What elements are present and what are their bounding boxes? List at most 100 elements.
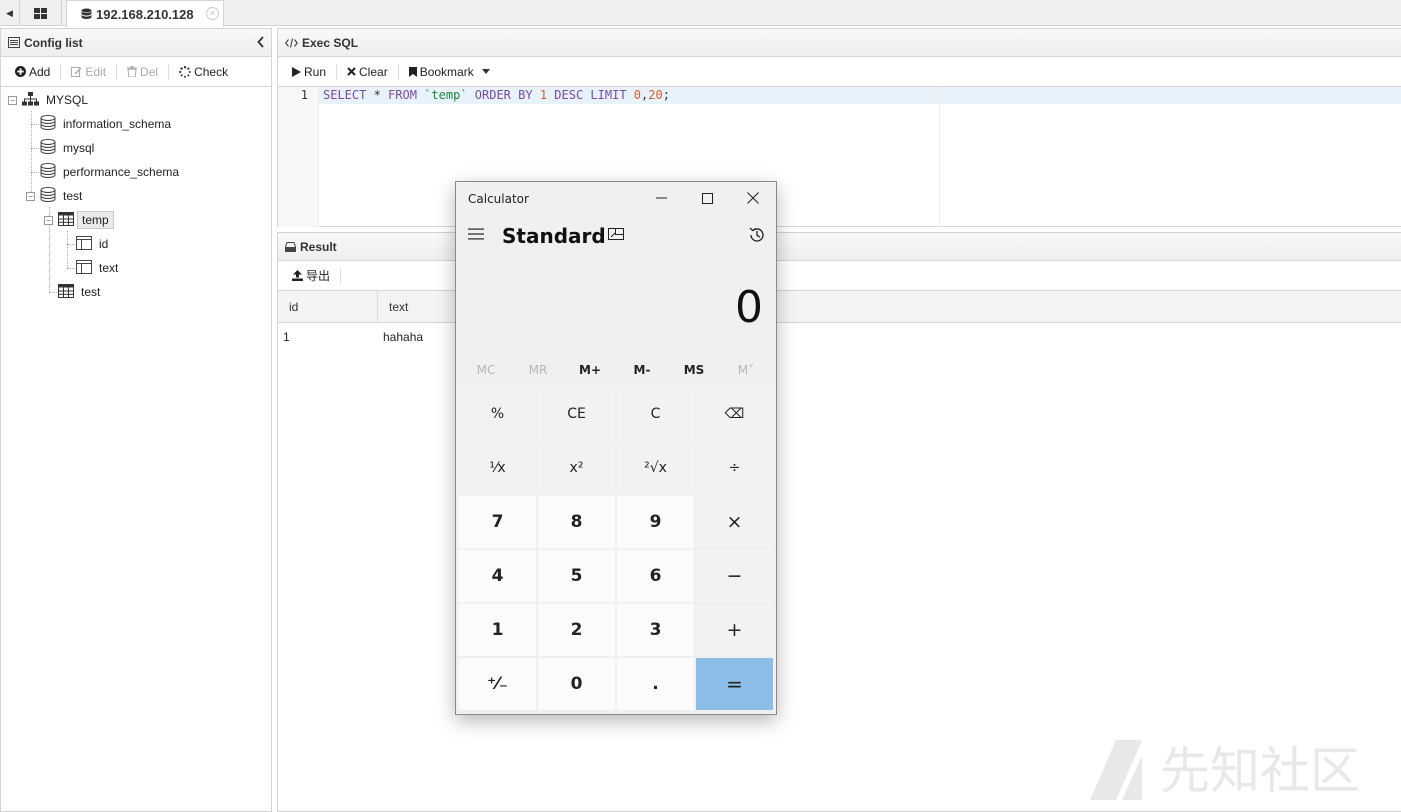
result-header: Result xyxy=(278,233,1401,261)
divide-key[interactable]: ÷ xyxy=(696,442,773,494)
run-button-label: Run xyxy=(304,64,327,79)
bookmark-button[interactable]: Bookmark xyxy=(399,61,500,83)
add-button[interactable]: Add xyxy=(5,61,60,83)
config-toolbar: Add Edit Del Check xyxy=(1,57,271,87)
multiply-key[interactable]: × xyxy=(696,496,773,548)
reciprocal-key[interactable]: ¹⁄x xyxy=(459,442,536,494)
check-button[interactable]: Check xyxy=(169,61,238,83)
tree-node-information-schema[interactable]: information_schema xyxy=(40,113,175,135)
config-list-title: Config list xyxy=(24,35,83,50)
watermark-text: 先知社区 xyxy=(1160,742,1360,800)
digit-7-key[interactable]: 7 xyxy=(459,496,536,548)
tree-node-test-table[interactable]: test xyxy=(58,281,104,303)
code-icon xyxy=(285,37,298,48)
calculator-titlebar[interactable]: Calculator xyxy=(456,182,776,214)
collapse-panel-icon[interactable] xyxy=(257,35,265,51)
digit-2-key[interactable]: 2 xyxy=(538,604,615,656)
tree-node-test-db[interactable]: test xyxy=(40,185,86,207)
clear-key[interactable]: C xyxy=(617,388,694,440)
database-icon xyxy=(81,8,92,20)
sql-token: ORDER BY xyxy=(474,88,533,102)
square-key[interactable]: x² xyxy=(538,442,615,494)
equals-key[interactable]: = xyxy=(696,658,773,710)
line-gutter: 1 xyxy=(278,87,319,228)
digit-1-key[interactable]: 1 xyxy=(459,604,536,656)
table-row[interactable]: 1 hahaha xyxy=(278,323,1401,351)
sql-token: SELECT xyxy=(323,88,367,102)
column-icon xyxy=(76,259,92,277)
digit-0-key[interactable]: 0 xyxy=(538,658,615,710)
collapse-toggle-icon[interactable]: − xyxy=(44,216,53,225)
square-root-key[interactable]: ²√x xyxy=(617,442,694,494)
digit-3-key[interactable]: 3 xyxy=(617,604,694,656)
hamburger-menu-icon[interactable] xyxy=(468,228,484,243)
bookmark-icon xyxy=(408,66,417,77)
run-button[interactable]: Run xyxy=(282,61,336,83)
memory-recall-button[interactable]: MR xyxy=(512,356,564,384)
memory-list-button[interactable]: M˅ xyxy=(720,356,772,384)
exec-toolbar: Run Clear Bookmark xyxy=(278,57,1401,87)
sql-token: FROM xyxy=(388,88,417,102)
connection-tab[interactable]: 192.168.210.128 × xyxy=(66,0,224,27)
database-icon xyxy=(40,187,56,205)
edit-button[interactable]: Edit xyxy=(61,61,116,83)
digit-9-key[interactable]: 9 xyxy=(617,496,694,548)
trash-icon xyxy=(127,66,138,77)
digit-8-key[interactable]: 8 xyxy=(538,496,615,548)
scroll-left-arrow-icon[interactable]: ◀ xyxy=(0,0,20,26)
result-title: Result xyxy=(300,239,337,254)
tree-node-label: id xyxy=(99,237,109,251)
tree-node-temp-table[interactable]: temp xyxy=(58,209,114,231)
memory-subtract-button[interactable]: M- xyxy=(616,356,668,384)
calculator-mode-bar: Standard xyxy=(456,214,776,254)
tree-node-column-id[interactable]: id xyxy=(76,233,112,255)
check-button-label: Check xyxy=(194,64,229,79)
memory-store-button[interactable]: MS xyxy=(668,356,720,384)
sql-token: ; xyxy=(662,88,670,102)
clear-button[interactable]: Clear xyxy=(337,61,398,83)
subtract-key[interactable]: − xyxy=(696,550,773,602)
sql-editor[interactable]: 1 SELECT * FROM `temp` ORDER BY 1 DESC L… xyxy=(278,87,1401,228)
digit-6-key[interactable]: 6 xyxy=(617,550,694,602)
tree-node-performance-schema[interactable]: performance_schema xyxy=(40,161,183,183)
column-header-id[interactable]: id xyxy=(278,291,378,323)
memory-clear-button[interactable]: MC xyxy=(460,356,512,384)
export-button[interactable]: 导出 xyxy=(282,265,340,287)
tree-node-column-text[interactable]: text xyxy=(76,257,122,279)
tree-connector xyxy=(67,231,68,268)
tree-node-mysql[interactable]: MYSQL xyxy=(22,89,92,111)
memory-add-button[interactable]: M+ xyxy=(564,356,616,384)
delete-button[interactable]: Del xyxy=(117,61,168,83)
keep-on-top-icon[interactable] xyxy=(608,228,624,245)
tree-connector xyxy=(31,124,39,125)
table-cell: 1 xyxy=(283,330,290,344)
backspace-key[interactable]: ⌫ xyxy=(696,388,773,440)
tree-connector xyxy=(31,148,39,149)
sitemap-icon xyxy=(22,91,39,109)
maximize-button[interactable] xyxy=(684,182,730,214)
percent-key[interactable]: % xyxy=(459,388,536,440)
negate-key[interactable]: ⁺⁄₋ xyxy=(459,658,536,710)
minimize-button[interactable] xyxy=(638,182,684,214)
decimal-key[interactable]: . xyxy=(617,658,694,710)
calculator-display: 0 xyxy=(735,282,763,333)
collapse-toggle-icon[interactable]: − xyxy=(26,192,35,201)
line-number: 1 xyxy=(300,88,308,102)
close-tab-icon[interactable]: × xyxy=(206,7,219,20)
inbox-icon xyxy=(285,241,296,252)
calculator-mode-title: Standard xyxy=(502,224,606,248)
grid-menu-icon[interactable] xyxy=(20,0,62,26)
history-icon[interactable] xyxy=(748,226,766,247)
digit-5-key[interactable]: 5 xyxy=(538,550,615,602)
database-icon xyxy=(40,115,56,133)
add-key[interactable]: + xyxy=(696,604,773,656)
collapse-toggle-icon[interactable]: − xyxy=(8,96,17,105)
sql-token: LIMIT xyxy=(590,88,627,102)
delete-button-label: Del xyxy=(140,64,159,79)
close-window-button[interactable] xyxy=(730,182,776,214)
clear-entry-key[interactable]: CE xyxy=(538,388,615,440)
digit-4-key[interactable]: 4 xyxy=(459,550,536,602)
tree-node-mysql-db[interactable]: mysql xyxy=(40,137,98,159)
